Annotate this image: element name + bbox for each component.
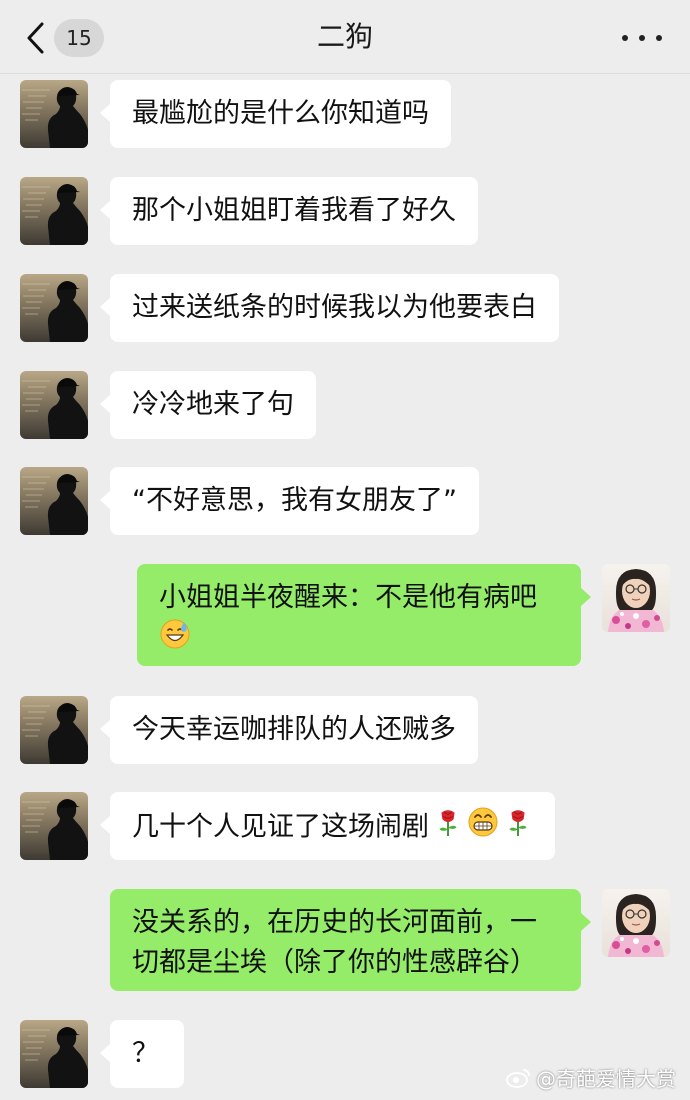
- contact-avatar[interactable]: [20, 696, 88, 764]
- message-text: ？: [132, 1038, 159, 1069]
- unread-count-badge: 15: [54, 19, 104, 57]
- message-text: 过来送纸条的时候我以为他要表白: [132, 292, 537, 323]
- back-button[interactable]: 15: [22, 18, 112, 58]
- message-text: 今天幸运咖排队的人还贼多: [132, 714, 456, 745]
- chevron-left-icon: [22, 18, 48, 58]
- message-text: 几十个人见证了这场闹剧: [132, 811, 429, 843]
- message-text: 那个小姐姐盯着我看了好久: [132, 195, 456, 226]
- contact-avatar[interactable]: [20, 80, 88, 148]
- chat-header: 15 二狗: [0, 0, 690, 74]
- message-text: “不好意思，我有女朋友了”: [132, 485, 457, 516]
- rose-emoji-icon: [503, 807, 533, 849]
- message-text: 没关系的，在历史的长河面前，一切都是尘埃（除了你的性感辟谷）: [132, 907, 537, 978]
- contact-avatar[interactable]: [20, 274, 88, 342]
- outgoing-message-bubble[interactable]: 小姐姐半夜醒来：不是他有病吧: [137, 564, 591, 666]
- outgoing-message-bubble[interactable]: 没关系的，在历史的长河面前，一切都是尘埃（除了你的性感辟谷）: [110, 889, 591, 991]
- incoming-message-bubble[interactable]: 过来送纸条的时候我以为他要表白: [100, 274, 559, 342]
- dot-icon: [639, 35, 645, 41]
- my-avatar[interactable]: [602, 564, 670, 632]
- incoming-message-bubble[interactable]: “不好意思，我有女朋友了”: [100, 467, 479, 535]
- contact-avatar[interactable]: [20, 467, 88, 535]
- contact-avatar[interactable]: [20, 792, 88, 860]
- weibo-icon: [506, 1068, 530, 1088]
- incoming-message-bubble[interactable]: 冷冷地来了句: [100, 371, 316, 439]
- more-options-button[interactable]: [622, 22, 662, 54]
- message-text: 最尴尬的是什么你知道吗: [132, 98, 429, 129]
- contact-avatar[interactable]: [20, 371, 88, 439]
- contact-avatar[interactable]: [20, 1020, 88, 1088]
- rose-emoji-icon: [433, 807, 463, 849]
- grin-emoji-icon: [467, 806, 499, 850]
- incoming-message-bubble[interactable]: 今天幸运咖排队的人还贼多: [100, 696, 478, 764]
- message-text: 冷冷地来了句: [132, 389, 294, 420]
- incoming-message-bubble[interactable]: 最尴尬的是什么你知道吗: [100, 80, 451, 148]
- sweat-smile-emoji-icon: [159, 618, 191, 662]
- incoming-message-bubble[interactable]: 几十个人见证了这场闹剧: [100, 792, 555, 860]
- watermark: @奇葩爱情大赏: [506, 1063, 676, 1092]
- dot-icon: [622, 35, 628, 41]
- incoming-message-bubble[interactable]: ？: [100, 1020, 184, 1088]
- dot-icon: [656, 35, 662, 41]
- message-text: 小姐姐半夜醒来：不是他有病吧: [159, 582, 537, 613]
- watermark-text: @奇葩爱情大赏: [536, 1067, 676, 1091]
- incoming-message-bubble[interactable]: 那个小姐姐盯着我看了好久: [100, 177, 478, 245]
- contact-avatar[interactable]: [20, 177, 88, 245]
- my-avatar[interactable]: [602, 889, 670, 957]
